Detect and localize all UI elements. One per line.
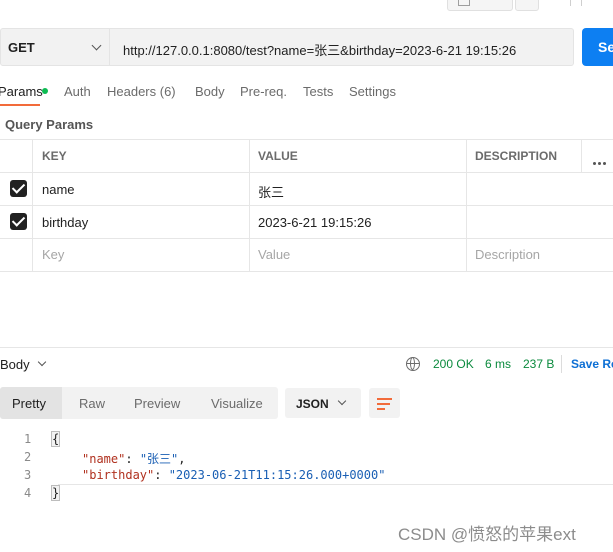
tab-body[interactable]: Body (195, 84, 225, 99)
view-tab-raw[interactable]: Raw (79, 396, 105, 411)
param-key[interactable]: name (42, 182, 75, 197)
table-border (32, 139, 33, 271)
top-toolbar-button[interactable] (447, 0, 513, 11)
response-divider (0, 347, 613, 348)
divider (561, 355, 562, 373)
view-tab-preview[interactable]: Preview (134, 396, 180, 411)
param-value[interactable]: 张三 (258, 182, 284, 201)
check-icon (11, 213, 26, 227)
code-line-birthday: "birthday": "2023-06-21T11:15:26.000+000… (82, 468, 386, 482)
params-active-dot (42, 88, 48, 94)
globe-icon[interactable] (406, 357, 420, 371)
column-header-description: DESCRIPTION (475, 149, 558, 163)
table-border (0, 271, 613, 272)
check-icon (11, 180, 26, 194)
json-key: "name" (82, 452, 126, 466)
code-line-name: "name": "张三", (82, 452, 186, 466)
active-tab-underline (0, 104, 40, 106)
table-border (0, 205, 613, 206)
chevron-down-icon (91, 40, 102, 51)
table-border (0, 238, 613, 239)
tab-pre-request[interactable]: Pre-req. (240, 84, 287, 99)
param-checkbox-birthday[interactable] (10, 213, 27, 230)
column-header-key: KEY (42, 149, 67, 163)
chevron-down-icon (337, 396, 347, 406)
close-brace: } (51, 485, 60, 501)
line-number: 3 (24, 468, 32, 482)
open-brace: { (51, 431, 60, 447)
wrap-lines-button[interactable] (369, 388, 400, 418)
table-border (466, 139, 467, 271)
column-header-value: VALUE (258, 149, 298, 163)
query-params-title: Query Params (5, 117, 94, 132)
format-label: JSON (296, 397, 329, 411)
line-number: 1 (24, 432, 32, 446)
top-toolbar-divider (570, 0, 582, 6)
status-badge[interactable]: 200 OK (433, 357, 474, 371)
param-key[interactable]: birthday (42, 215, 88, 230)
top-toolbar-dropdown[interactable] (515, 0, 539, 11)
tab-params[interactable]: Params (0, 84, 43, 99)
line-number: 2 (24, 450, 32, 464)
method-label: GET (8, 40, 35, 55)
table-border (249, 139, 250, 271)
param-checkbox-name[interactable] (10, 180, 27, 197)
response-time[interactable]: 6 ms (485, 357, 511, 371)
tab-tests[interactable]: Tests (303, 84, 333, 99)
url-input[interactable]: http://127.0.0.1:8080/test?name=张三&birth… (110, 28, 574, 66)
json-value: "2023-06-21T11:15:26.000+0000" (168, 468, 386, 482)
view-tab-pretty[interactable]: Pretty (12, 396, 46, 411)
new-key-input[interactable]: Key (42, 247, 64, 262)
table-border (0, 172, 613, 173)
watermark: CSDN @愤怒的苹果ext (398, 525, 576, 544)
json-key: "birthday" (82, 468, 155, 482)
response-body-select[interactable]: Body (0, 357, 30, 372)
view-tab-visualize[interactable]: Visualize (211, 396, 263, 411)
new-description-input[interactable]: Description (475, 247, 540, 262)
more-options-icon[interactable] (593, 153, 608, 168)
line-number: 4 (24, 486, 32, 500)
table-border (581, 139, 582, 172)
send-button[interactable]: Se (582, 28, 613, 66)
json-value: "张三" (139, 452, 179, 466)
new-value-input[interactable]: Value (258, 247, 290, 262)
send-label: Se (598, 39, 613, 55)
chevron-down-icon[interactable] (37, 357, 47, 367)
method-select[interactable]: GET (0, 28, 110, 66)
format-select[interactable]: JSON (285, 388, 361, 418)
url-text: http://127.0.0.1:8080/test?name=张三&birth… (123, 43, 517, 58)
wrap-icon (377, 398, 392, 400)
table-border (0, 139, 613, 140)
response-size[interactable]: 237 B (523, 357, 554, 371)
current-line-highlight (58, 484, 613, 485)
tab-headers[interactable]: Headers (6) (107, 84, 176, 99)
save-icon (458, 0, 470, 6)
tab-settings[interactable]: Settings (349, 84, 396, 99)
tab-auth[interactable]: Auth (64, 84, 91, 99)
param-value[interactable]: 2023-6-21 19:15:26 (258, 215, 371, 230)
save-response-button[interactable]: Save Re (571, 357, 613, 371)
